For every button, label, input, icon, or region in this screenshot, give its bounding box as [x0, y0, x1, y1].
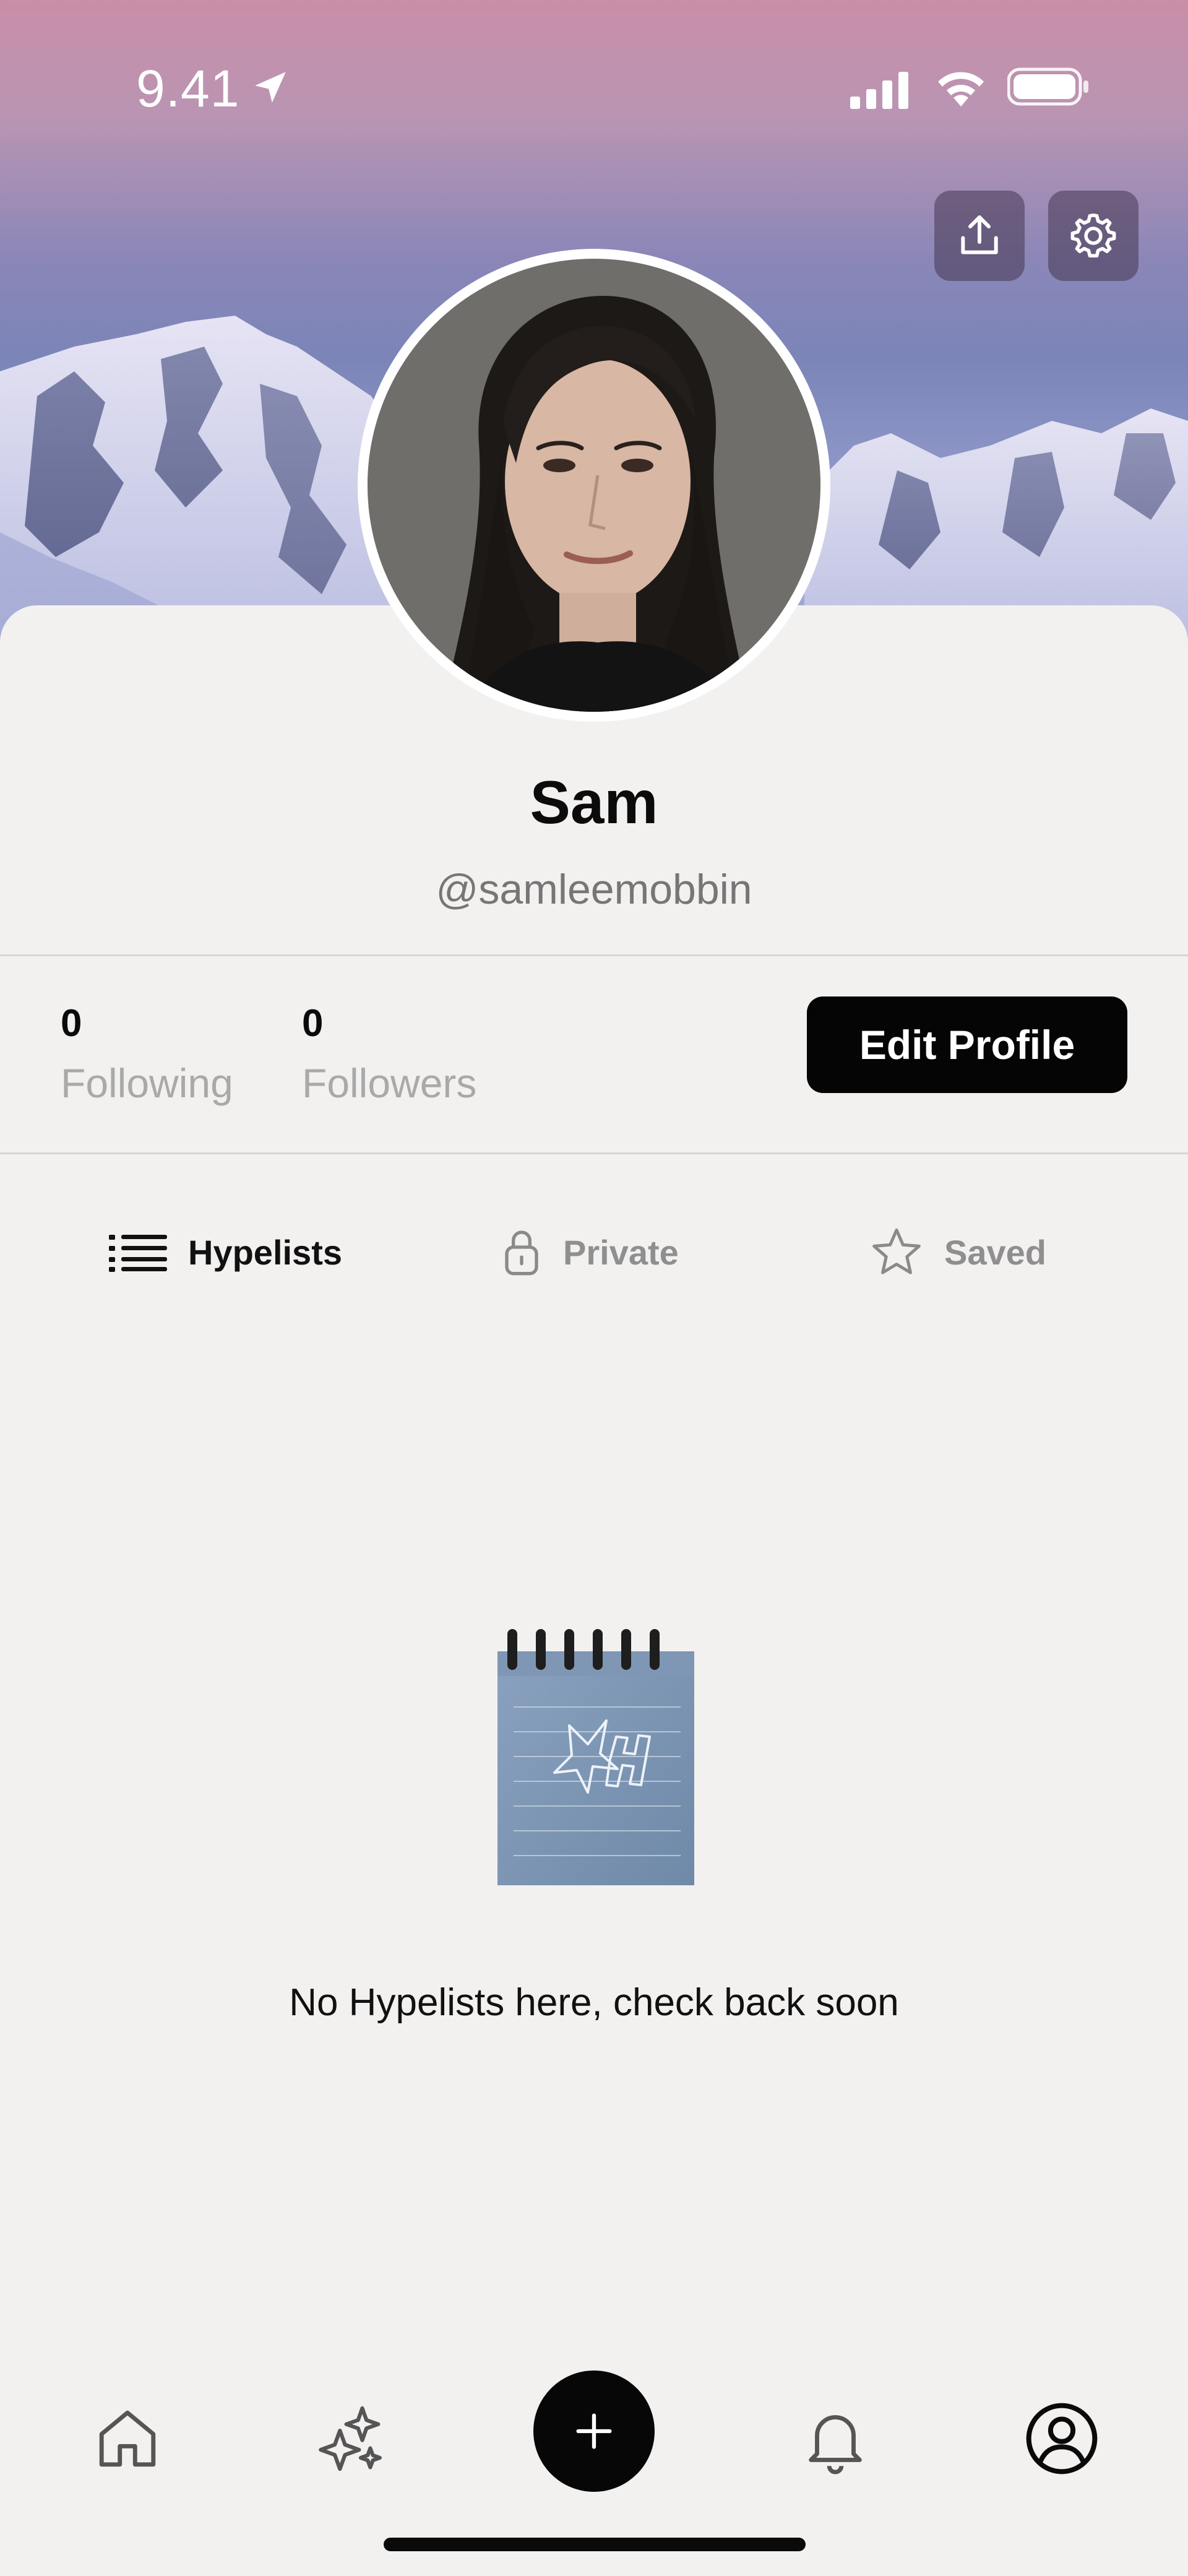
tab-hypelists-label: Hypelists: [188, 1232, 342, 1272]
profile-screen: 9.41 Sam @samleemobbin 0 Following 0 Fol…: [0, 0, 1188, 2576]
following-count: 0: [61, 1002, 82, 1045]
profile-name: Sam: [530, 768, 658, 836]
portrait-image: [368, 259, 820, 712]
bell-icon: [809, 2415, 862, 2474]
wifi-icon: [938, 72, 984, 106]
edit-profile-button[interactable]: Edit Profile: [807, 996, 1127, 1093]
home-indicator: [384, 2538, 806, 2551]
followers-count: 0: [302, 1002, 324, 1045]
settings-button[interactable]: [1048, 191, 1138, 281]
divider-top: [0, 954, 1188, 956]
gear-icon: [1070, 213, 1116, 257]
following-label: Following: [61, 1060, 233, 1106]
avatar-photo: [368, 259, 820, 712]
avatar[interactable]: [358, 249, 830, 722]
list-icon: [109, 1235, 167, 1272]
empty-state-message: No Hypelists here, check back soon: [289, 1981, 899, 2024]
plus-icon: [576, 2413, 612, 2449]
location-arrow-icon: [255, 72, 286, 103]
profile-handle: @samleemobbin: [436, 866, 752, 913]
status-time: 9.41: [136, 59, 240, 118]
tab-private[interactable]: Private: [501, 1218, 679, 1286]
lock-icon: [505, 1230, 538, 1276]
nav-home[interactable]: [84, 2395, 171, 2482]
nav-notifications[interactable]: [792, 2395, 879, 2482]
battery-icon: [1007, 67, 1088, 106]
tab-private-label: Private: [563, 1232, 679, 1272]
star-icon: [872, 1228, 921, 1274]
nav-add-button[interactable]: [533, 2371, 655, 2492]
nav-discover[interactable]: [309, 2395, 396, 2482]
profile-icon: [1026, 2403, 1098, 2474]
cellular-signal-icon: [850, 72, 908, 109]
tab-hypelists[interactable]: Hypelists: [109, 1218, 342, 1286]
sparkles-icon: [319, 2406, 382, 2471]
notepad-illustration: [497, 1629, 694, 1885]
tab-saved-label: Saved: [944, 1232, 1046, 1272]
divider-bottom: [0, 1152, 1188, 1154]
home-icon: [99, 2410, 156, 2467]
share-button[interactable]: [934, 191, 1025, 281]
share-upload-icon: [961, 215, 998, 254]
followers-label: Followers: [302, 1060, 477, 1106]
nav-profile[interactable]: [1018, 2395, 1105, 2482]
tab-saved[interactable]: Saved: [870, 1218, 1046, 1286]
